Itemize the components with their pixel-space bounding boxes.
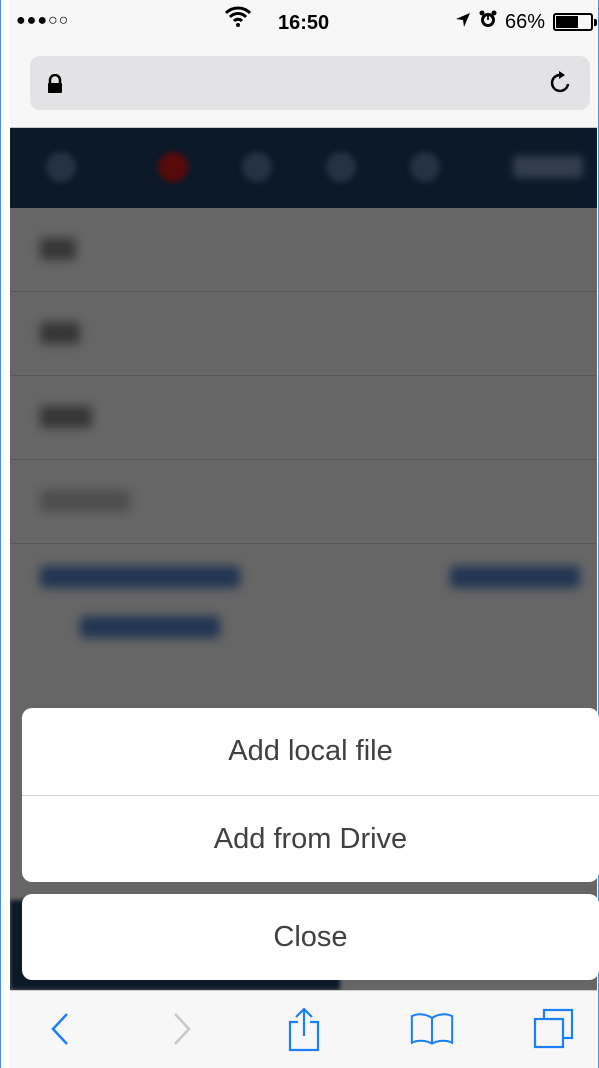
- location-arrow-icon: [455, 11, 471, 34]
- battery-percent: 66%: [504, 10, 545, 33]
- battery-fill: [556, 16, 578, 28]
- close-button[interactable]: Close: [22, 894, 599, 980]
- browser-navbar: [10, 44, 597, 128]
- bookmarks-icon[interactable]: [410, 1005, 454, 1053]
- address-bar[interactable]: [30, 56, 590, 110]
- alarm-icon: [479, 10, 497, 34]
- lock-icon: [46, 73, 64, 94]
- reload-icon[interactable]: [548, 70, 574, 96]
- status-time: 16:50: [278, 12, 330, 34]
- status-right-group: 66%: [455, 10, 597, 34]
- add-from-drive-button[interactable]: Add from Drive: [22, 795, 599, 882]
- add-local-file-button[interactable]: Add local file: [22, 708, 599, 795]
- share-icon[interactable]: [282, 1005, 326, 1053]
- forward-icon[interactable]: [160, 1005, 204, 1053]
- battery-icon: [553, 13, 597, 31]
- status-bar: ●●●○○ 16:50 66%: [10, 0, 597, 44]
- signal-strength: ●●●○○: [16, 12, 70, 29]
- back-icon[interactable]: [38, 1005, 82, 1053]
- action-sheet: Add local file Add from Drive: [22, 708, 599, 882]
- browser-toolbar: [10, 990, 597, 1068]
- wifi-icon: [224, 6, 252, 35]
- battery-tip: [594, 19, 597, 26]
- action-sheet-cancel: Close: [22, 894, 599, 980]
- tabs-icon[interactable]: [532, 1005, 576, 1053]
